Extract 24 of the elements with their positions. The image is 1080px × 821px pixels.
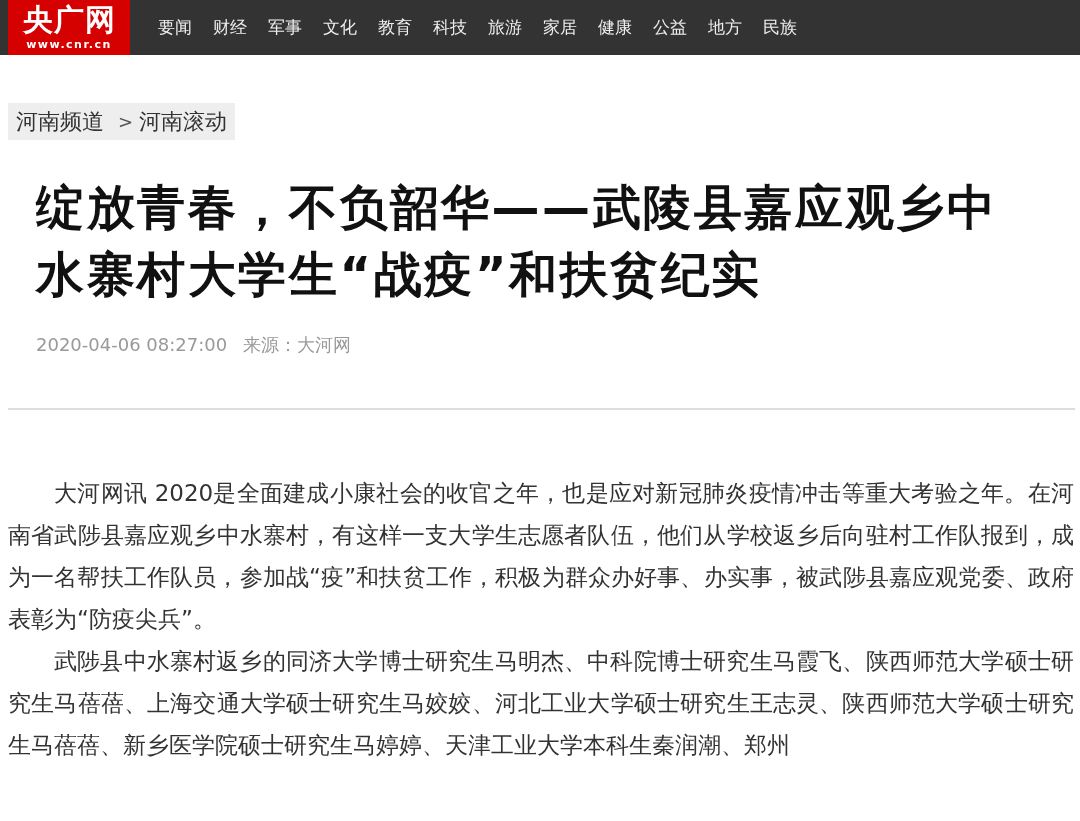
nav-link[interactable]: 公益: [653, 14, 687, 41]
breadcrumb-link[interactable]: 河南频道: [16, 105, 104, 138]
nav-link[interactable]: 财经: [213, 14, 247, 41]
site-logo[interactable]: 央广网 www.cnr.cn: [8, 0, 130, 55]
nav-link[interactable]: 文化: [323, 14, 357, 41]
article-title: 绽放青春，不负韶华——武陵县嘉应观乡中水寨村大学生“战疫”和扶贫纪实: [36, 178, 999, 304]
nav-link[interactable]: 军事: [268, 14, 302, 41]
breadcrumb-link[interactable]: 河南滚动: [139, 105, 228, 138]
publish-date: 2020-04-06 08:27:00: [36, 333, 228, 357]
logo-url: www.cnr.cn: [26, 39, 112, 50]
source-label: 来源：: [243, 333, 298, 357]
nav-link[interactable]: 教育: [378, 14, 412, 41]
nav-link[interactable]: 要闻: [158, 14, 192, 41]
logo-text: 央广网: [22, 5, 116, 35]
nav-link[interactable]: 科技: [433, 14, 467, 41]
nav-link[interactable]: 家居: [543, 14, 577, 41]
breadcrumb-separator: >: [118, 110, 134, 134]
source-name: 大河网: [297, 333, 352, 357]
article-paragraph: 大河网讯 2020是全面建成小康社会的收官之年，也是应对新冠肺炎疫情冲击等重大考验之年。在河南省武陟县嘉应观乡中水寨村，有这样一支大学生志愿者队伍，他们从学校返乡后向驻村工作队报到，成为一名帮扶工作队员，参加战“疫”和扶贫工作，积极为群众办好事、办实事，被武陟县嘉应观党委、政府表彰为“防疫尖兵”。: [8, 479, 1074, 634]
article-paragraph: 武陟县中水寨村返乡的同济大学博士研究生马明杰、中科院博士研究生马霞飞、陕西师范大学硕士研究生马蓓蓓、上海交通大学硕士研究生马姣姣、河北工业大学硕士研究生王志灵、陕西师范大学硕士研究生马蓓蓓、新乡医学院硕士研究生马婷婷、天津工业大学本科生秦润潮、郑州: [8, 647, 1074, 760]
nav-link[interactable]: 地方: [708, 14, 742, 41]
nav-link[interactable]: 健康: [598, 14, 632, 41]
nav-link[interactable]: 旅游: [488, 14, 522, 41]
nav-link[interactable]: 民族: [763, 14, 797, 41]
